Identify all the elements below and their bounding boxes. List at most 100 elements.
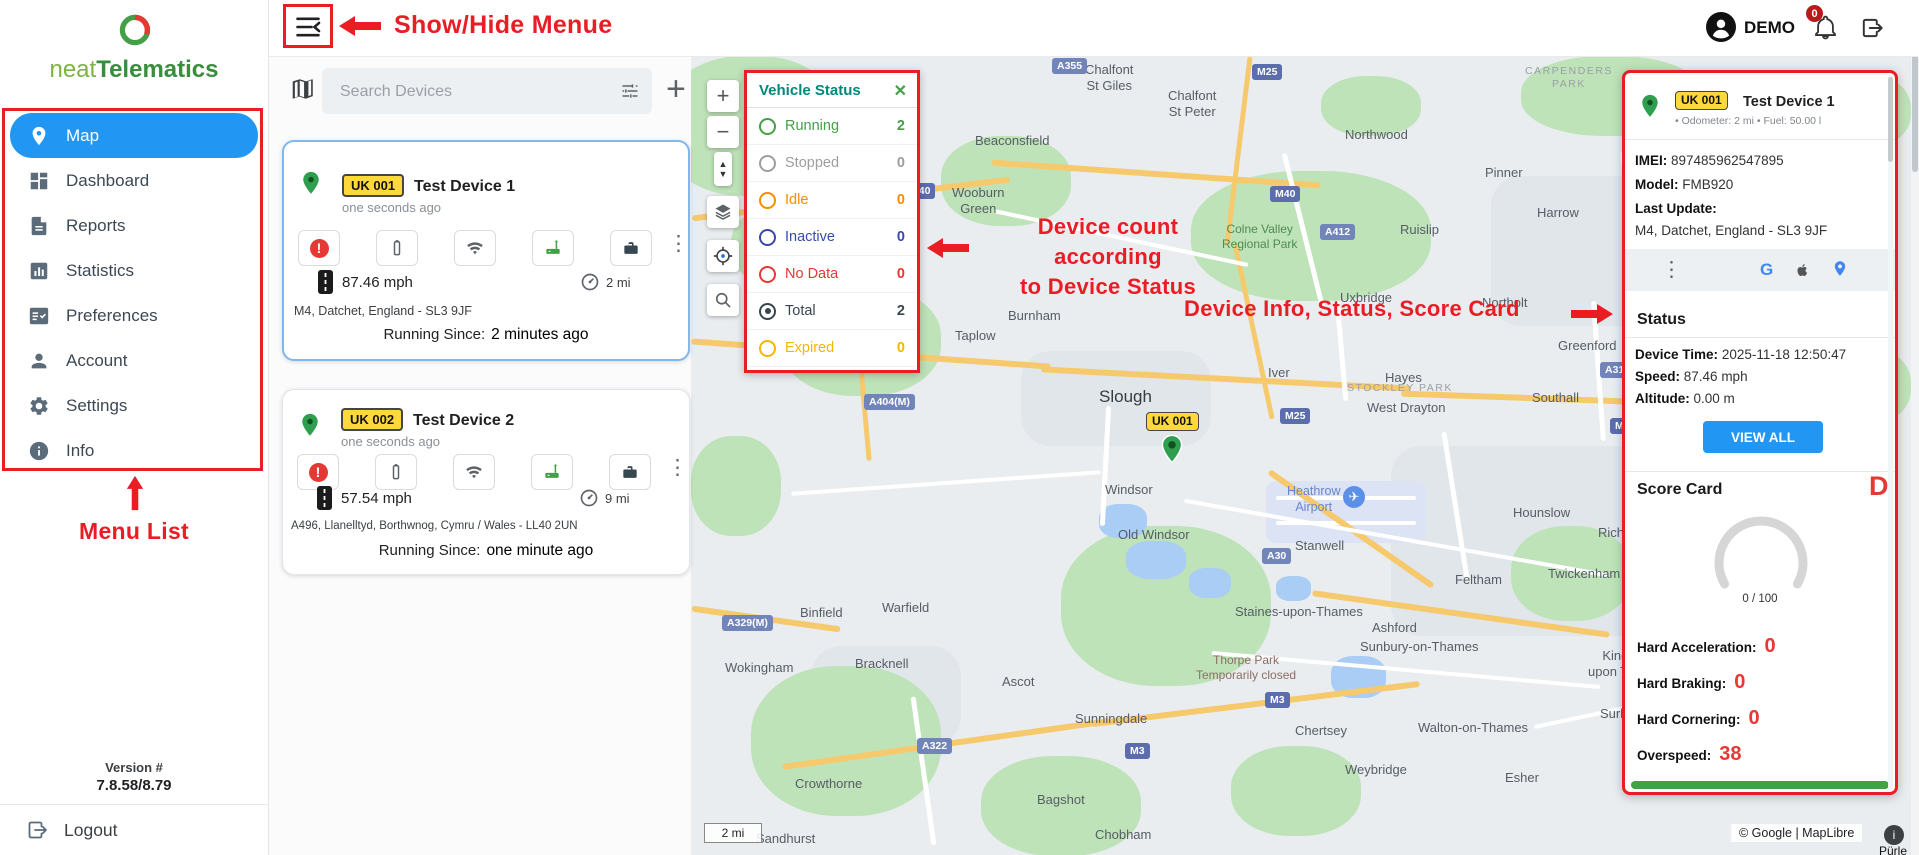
sidebar-item-settings[interactable]: Settings: [0, 383, 268, 428]
wifi-button[interactable]: [453, 454, 495, 490]
annotation-device-info: Device Info, Status, Score Card: [1184, 296, 1520, 321]
device-card-1[interactable]: UK 001 Test Device 1 one seconds ago ! ⋮…: [282, 140, 690, 361]
road-badge: A329(M): [722, 615, 773, 631]
device-list-panel: + UK 001 Test Device 1 one seconds ago !…: [268, 56, 691, 855]
dashboard-icon: [28, 170, 50, 192]
map-label: Heathrow Airport: [1287, 484, 1341, 514]
sidebar-item-reports[interactable]: Reports: [0, 203, 268, 248]
alert-button[interactable]: !: [297, 454, 339, 490]
detail-meta: • Odometer: 2 mi • Fuel: 50.00 l: [1675, 115, 1822, 127]
map-search-control[interactable]: [707, 284, 739, 316]
sidebar-item-info[interactable]: Info: [0, 428, 268, 473]
map-label: Ascot: [1002, 674, 1035, 689]
annotation-device-count: Device count according to Device Status: [1020, 214, 1196, 299]
scorecard-title: Score Card: [1637, 481, 1723, 498]
zoom-in-control[interactable]: +: [707, 80, 739, 112]
avatar[interactable]: [1706, 12, 1736, 42]
metric-overspeed: Overspeed: 38: [1637, 743, 1742, 765]
map-label: Ashford: [1372, 620, 1417, 635]
status-ring-icon: [759, 339, 776, 357]
map-label: Southall: [1532, 390, 1579, 405]
gps-device-button[interactable]: [532, 230, 574, 266]
person-icon: [28, 350, 50, 372]
map-label: Greenford: [1558, 338, 1617, 353]
view-all-button[interactable]: VIEW ALL: [1703, 421, 1823, 453]
divider: [1625, 471, 1895, 472]
gps-device-button[interactable]: [531, 454, 573, 490]
status-row-stopped[interactable]: Stopped 0: [747, 145, 917, 182]
map-label: STOCKLEY PARK: [1347, 382, 1453, 394]
detail-kebab[interactable]: ⋮: [1661, 259, 1682, 280]
status-ring-icon: [759, 302, 776, 320]
vehicle-marker[interactable]: UK 001: [1146, 412, 1199, 469]
page-scrollbar[interactable]: [1911, 0, 1919, 855]
google-icon[interactable]: G: [1760, 260, 1773, 280]
notifications-button[interactable]: 0: [1806, 5, 1839, 41]
device-last-seen: one seconds ago: [341, 434, 441, 449]
battery-button[interactable]: [376, 230, 418, 266]
compass-down-icon: ▼: [718, 169, 728, 179]
close-icon[interactable]: ✕: [894, 81, 907, 101]
card-menu-kebab[interactable]: ⋮: [667, 457, 688, 478]
search-input[interactable]: [338, 68, 612, 116]
preferences-icon: [28, 305, 50, 327]
status-row-expired[interactable]: Expired 0: [747, 330, 917, 367]
device-speed: 87.46 mph: [342, 274, 413, 291]
divider: [1625, 139, 1895, 140]
map-label: Chalfont St Peter: [1168, 88, 1217, 120]
sidebar-item-label: Account: [66, 350, 128, 370]
alert-icon: !: [309, 238, 329, 258]
sidebar-item-preferences[interactable]: Preferences: [0, 293, 268, 338]
toolbox-button[interactable]: [609, 454, 651, 490]
apple-icon[interactable]: [1793, 260, 1811, 280]
road-badge: M3: [1265, 692, 1290, 708]
maps-icon[interactable]: [1831, 260, 1849, 280]
menu-toggle-button[interactable]: [288, 8, 328, 46]
map-label: Bracknell: [855, 656, 909, 671]
alert-button[interactable]: !: [298, 230, 340, 266]
map-label: Pürle: [1879, 844, 1908, 855]
toolbox-button[interactable]: [610, 230, 652, 266]
filter-tune-icon[interactable]: [620, 81, 640, 101]
map-label: Northwood: [1345, 127, 1408, 142]
logout-button[interactable]: Logout: [26, 818, 118, 842]
sidebar-item-dashboard[interactable]: Dashboard: [0, 158, 268, 203]
sidebar: neatTelematics Map Dashboard Reports Sta…: [0, 0, 269, 855]
metric-hard-cornering: Hard Cornering: 0: [1637, 707, 1760, 729]
sidebar-item-map[interactable]: Map: [10, 113, 258, 158]
panel-scrollbar[interactable]: [1888, 75, 1893, 790]
gear-icon: [28, 395, 50, 417]
map-info-icon[interactable]: i: [1884, 825, 1904, 845]
logo-icon: [114, 8, 156, 52]
status-row-inactive[interactable]: Inactive 0: [747, 219, 917, 256]
topbar: Show/Hide Menue DEMO 0: [268, 0, 1919, 57]
statistics-chart-icon: [28, 260, 50, 282]
map-label: Hounslow: [1513, 505, 1571, 520]
logo-part-2: Telematics: [96, 56, 219, 83]
running-since: Running Since: 2 minutes ago: [383, 326, 589, 343]
status-row-nodata[interactable]: No Data 0: [747, 256, 917, 293]
map-label: Sunbury-on-Thames: [1360, 639, 1479, 654]
compass-control[interactable]: ▲ ▼: [714, 152, 732, 186]
annotation-right-arrow: [1570, 302, 1614, 326]
marker-plate: UK 001: [1146, 412, 1199, 431]
wifi-button[interactable]: [454, 230, 496, 266]
status-ring-icon: [759, 191, 776, 209]
layers-control[interactable]: [707, 196, 739, 228]
card-menu-kebab[interactable]: ⋮: [668, 233, 689, 254]
road-badge: M3: [1125, 743, 1150, 759]
map-legend-icon[interactable]: [290, 76, 316, 102]
locate-control[interactable]: [707, 240, 739, 272]
add-device-button[interactable]: +: [660, 66, 690, 112]
battery-button[interactable]: [375, 454, 417, 490]
zoom-out-control[interactable]: −: [707, 116, 739, 148]
odometer-icon: [580, 272, 600, 292]
sidebar-item-account[interactable]: Account: [0, 338, 268, 383]
status-row-total[interactable]: Total 2: [747, 293, 917, 330]
status-row-running[interactable]: Running 2: [747, 108, 917, 145]
exit-button[interactable]: [1860, 15, 1886, 41]
device-card-2[interactable]: UK 002 Test Device 2 one seconds ago ! ⋮…: [282, 389, 690, 575]
status-row-idle[interactable]: Idle 0: [747, 182, 917, 219]
marker-pin-icon: [1157, 433, 1187, 469]
sidebar-item-statistics[interactable]: Statistics: [0, 248, 268, 293]
